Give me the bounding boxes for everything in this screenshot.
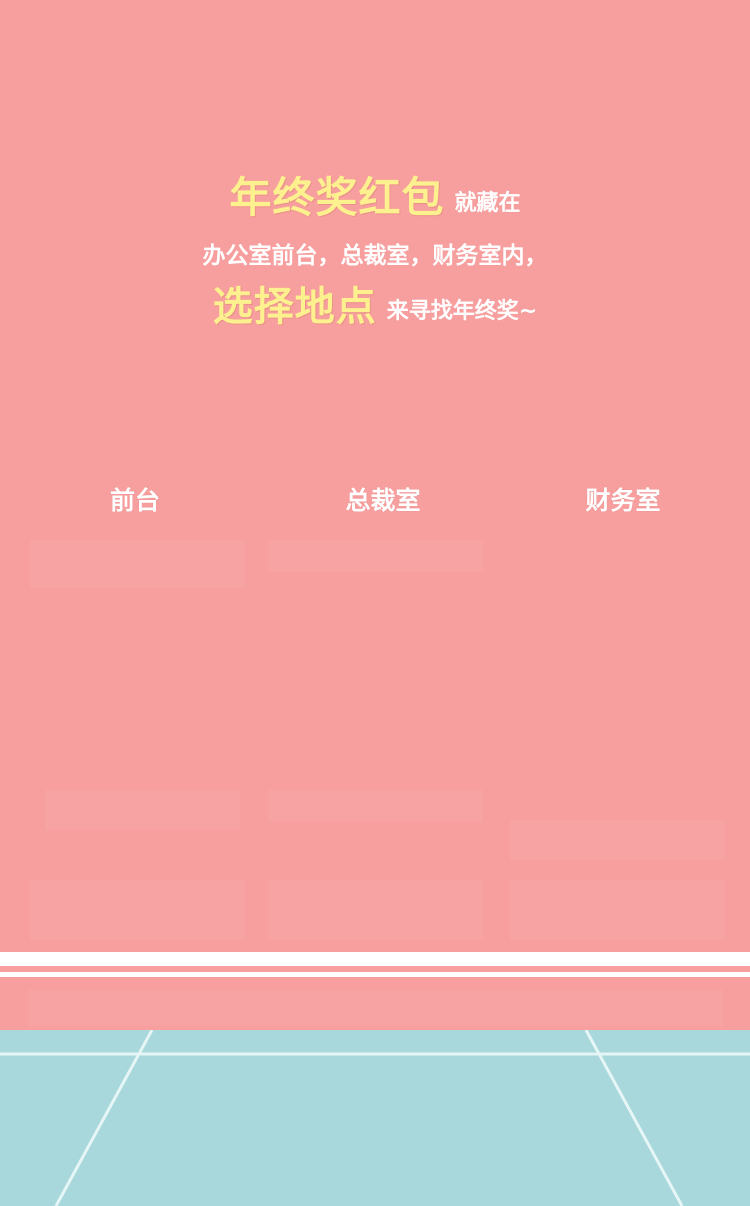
headline: 年终奖红包 就藏在 办公室前台，总裁室，财务室内， 选择地点 来寻找年终奖~ (0, 160, 750, 336)
wall-panel-decoration (268, 790, 483, 822)
headline-locations-text: 办公室前台，总裁室，财务室内， (202, 243, 548, 269)
floor-lines (0, 1030, 750, 1206)
headline-line-1-rest: 就藏在 (454, 191, 521, 216)
wall-panel-decoration (268, 540, 483, 572)
headline-line-1: 年终奖红包 就藏在 (0, 160, 750, 228)
headline-line-2: 办公室前台，总裁室，财务室内， (0, 230, 750, 276)
location-finance-office-button[interactable]: 财务室 (558, 478, 688, 524)
wall-panel-decoration (28, 990, 723, 1026)
headline-highlight-choose-location: 选择地点 (212, 284, 377, 330)
wall-panel-decoration (268, 880, 483, 940)
location-ceo-office-button[interactable]: 总裁室 (318, 478, 448, 524)
office-scene: 年终奖红包 就藏在 办公室前台，总裁室，财务室内， 选择地点 来寻找年终奖~ 前… (0, 0, 750, 1206)
wall-panel-decoration (30, 880, 245, 940)
headline-highlight-red-envelope: 年终奖红包 (229, 173, 445, 222)
headline-line-3: 选择地点 来寻找年终奖~ (0, 276, 750, 336)
wall-panel-decoration (45, 790, 240, 830)
headline-line-3-rest: 来寻找年终奖~ (386, 299, 538, 324)
location-front-desk-button[interactable]: 前台 (85, 478, 185, 524)
wall-stripe-top (0, 952, 750, 966)
wall-panel-decoration (510, 820, 725, 860)
wall-stripe-bottom (0, 972, 750, 977)
wall-panel-decoration (30, 540, 245, 588)
wall-panel-decoration (510, 880, 725, 940)
